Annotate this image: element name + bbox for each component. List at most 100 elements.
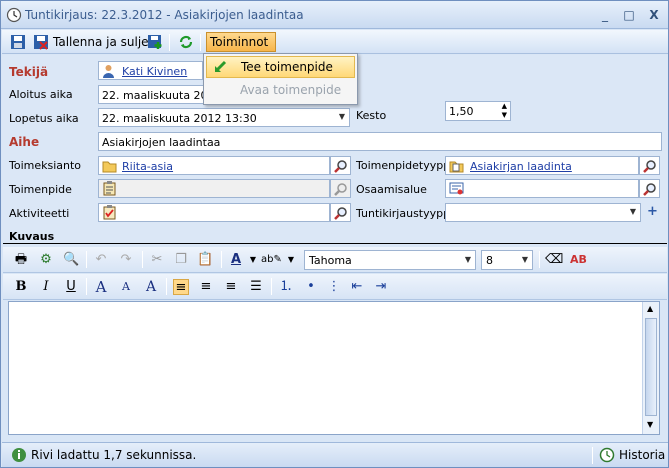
align-center-icon[interactable]: ≡ [198,279,214,295]
toimeksianto-label: Toimeksianto [9,159,82,172]
lopetus-label: Lopetus aika [9,112,79,125]
aihe-field[interactable]: Asiakirjojen laadintaa [98,132,662,151]
tuntikirjaustyyppi-select[interactable]: ▼ [445,203,641,222]
lopetus-value: 22. maaliskuuta 2012 13:30 [102,112,257,125]
editor-scrollbar[interactable]: ▲ ▼ [642,302,659,434]
toimenpidetyyppi-label: Toimenpidetyyppi [356,159,454,172]
shrink-font-icon[interactable]: A [118,279,134,295]
bold-icon[interactable]: B [13,279,29,295]
aktiviteetti-search-button[interactable] [330,203,351,222]
print-setup-icon[interactable]: ⚙ [38,252,54,268]
section-divider [3,243,667,244]
chevron-down-icon[interactable]: ▼ [630,207,636,216]
print-icon[interactable]: 🖶 [13,252,29,268]
chevron-down-icon[interactable]: ▼ [522,255,528,264]
kesto-stepper[interactable]: 1,50 ▲ ▼ [445,101,511,121]
magnifier-icon [643,160,656,173]
copy-icon[interactable]: ❐ [173,252,189,268]
menu-item-tee-toimenpide[interactable]: Tee toimenpide [206,56,355,78]
osaamisalue-search-button[interactable] [639,179,660,198]
toimenpidetyyppi-search-button[interactable] [639,156,660,175]
align-justify-icon[interactable]: ☰ [248,279,264,295]
osaamisalue-field[interactable] [445,179,639,198]
cut-icon[interactable]: ✂ [149,252,165,268]
font-name-select[interactable]: Tahoma ▼ [304,250,476,270]
aloitus-field[interactable]: 22. maaliskuuta 2012 [98,85,204,104]
scroll-down-icon[interactable]: ▼ [647,420,653,429]
save-close-button[interactable]: Tallenna ja sulje [53,35,149,49]
clear-format-icon[interactable]: A [143,279,159,295]
print-preview-icon[interactable]: 🔍 [63,252,79,268]
minimize-button[interactable]: _ [597,7,613,23]
italic-icon[interactable]: I [38,279,54,295]
actions-dropdown-menu: Tee toimenpide Avaa toimenpide [203,53,358,105]
chevron-down-icon[interactable]: ▼ [465,255,471,264]
increase-indent-icon[interactable]: ⇥ [373,279,389,295]
toolbar-separator [221,251,222,268]
scroll-thumb[interactable] [645,318,657,416]
clock-icon [6,7,22,23]
toimeksianto-field[interactable]: Riita-asia [98,156,330,175]
font-size-select[interactable]: 8 ▼ [481,250,533,270]
grow-font-icon[interactable]: A [93,279,109,295]
align-right-icon[interactable]: ≡ [223,279,239,295]
aktiviteetti-label: Aktiviteetti [9,207,70,220]
menu-item-avaa-toimenpide: Avaa toimenpide [206,80,355,102]
aloitus-label: Aloitus aika [9,88,73,101]
underline-icon[interactable]: U [63,279,79,295]
add-icon[interactable]: + [647,204,658,219]
save-icon[interactable] [10,34,26,50]
menu-item-label: Avaa toimenpide [240,83,342,97]
save-new-icon[interactable] [147,34,163,50]
chevron-down-icon[interactable]: ▼ [283,252,299,268]
window: Tuntikirjaus: 22.3.2012 - Asiakirjojen l… [0,0,669,468]
magnifier-icon [643,183,656,196]
document-folder-icon [449,161,464,173]
window-title: Tuntikirjaus: 22.3.2012 - Asiakirjojen l… [25,8,304,22]
history-button[interactable]: Historia [598,445,666,465]
toimeksianto-search-button[interactable] [330,156,351,175]
multilevel-list-icon[interactable]: ⋮ [326,279,342,295]
spellcheck-icon[interactable]: AB [570,252,587,268]
editor-toolbar-top: 🖶 ⚙ 🔍 ↶ ↷ ✂ ❐ 📋 A ▼ ab✎ ▼ Tahoma ▼ 8 ▼ ⌫… [3,247,667,273]
toimenpide-field [98,179,330,198]
font-size-value: 8 [486,254,493,267]
close-button[interactable]: X [646,7,662,23]
decrease-indent-icon[interactable]: ⇤ [349,279,365,295]
scroll-up-icon[interactable]: ▲ [647,304,653,313]
redo-icon[interactable]: ↷ [118,252,134,268]
tekija-field[interactable]: Kati Kivinen [98,61,203,80]
undo-icon[interactable]: ↶ [93,252,109,268]
align-left-icon[interactable]: ≡ [173,279,189,295]
numbered-list-icon[interactable]: ⒈ [278,279,294,295]
toolbar-separator [86,278,87,295]
toolbar-separator [86,251,87,268]
kesto-label: Kesto [356,109,387,122]
lopetus-field[interactable]: 22. maaliskuuta 2012 13:30 ▼ [98,108,350,127]
magnifier-icon [334,207,347,220]
chevron-down-icon[interactable]: ▼ [245,252,261,268]
tekija-link[interactable]: Kati Kivinen [122,65,187,78]
toolbar-separator [142,251,143,268]
font-color-icon[interactable]: A [228,252,244,268]
actions-menu-button[interactable]: Toiminnot ▼ [206,32,276,62]
editor-toolbar-format: B I U A A A ≡ ≡ ≡ ☰ ⒈ • ⋮ ⇤ ⇥ [3,274,667,300]
paste-icon[interactable]: 📋 [197,252,213,268]
toolbar-separator [271,278,272,295]
checklist-icon [103,205,116,220]
stepper-arrows-icon[interactable]: ▲ ▼ [502,102,507,120]
eraser-icon[interactable]: ⌫ [545,252,563,268]
toolbar-separator [539,251,540,268]
bullet-list-icon[interactable]: • [303,279,319,295]
toimeksianto-link[interactable]: Riita-asia [122,160,173,173]
toimenpidetyyppi-link[interactable]: Asiakirjan laadinta [470,160,572,173]
refresh-icon[interactable] [178,34,194,50]
highlight-icon[interactable]: ab✎ [261,252,282,268]
maximize-button[interactable]: □ [621,7,637,23]
aktiviteetti-field[interactable] [98,203,330,222]
chevron-down-icon[interactable]: ▼ [339,112,345,121]
folder-icon [102,161,117,173]
toimenpidetyyppi-field[interactable]: Asiakirjan laadinta [445,156,639,175]
font-name-value: Tahoma [309,254,352,267]
kuvaus-editor[interactable]: ▲ ▼ [8,301,660,435]
